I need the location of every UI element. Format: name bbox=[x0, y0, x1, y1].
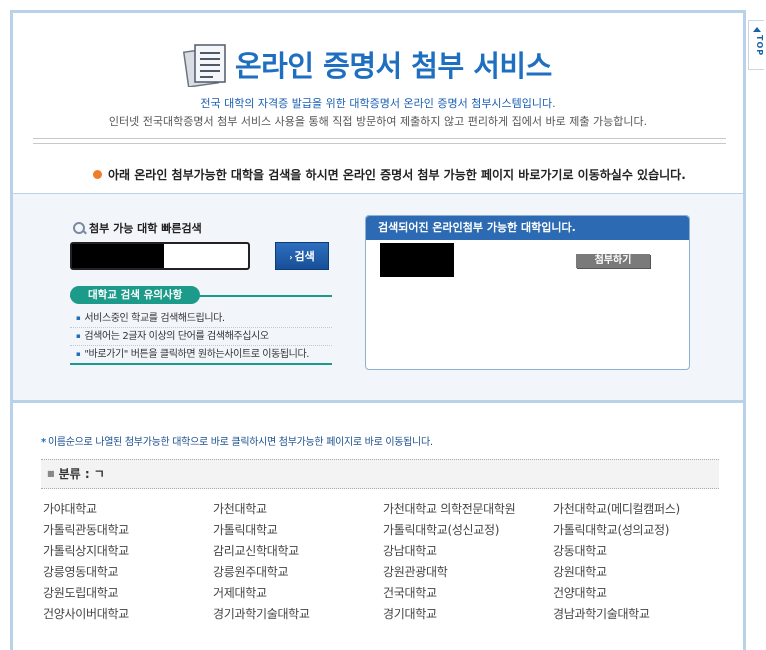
search-button[interactable]: › 검색 bbox=[275, 242, 329, 270]
university-link[interactable]: 건양사이버대학교 bbox=[43, 604, 213, 625]
caution-list: 서비스중인 학교를 검색해드립니다. 검색어는 2글자 이상의 단어를 검색해주… bbox=[70, 310, 332, 365]
search-panel: 첨부 가능 대학 빠른검색 ›검색 대학교 검색 유의사항 서비스중인 학교를 … bbox=[13, 193, 743, 403]
search-icon bbox=[73, 222, 87, 235]
search-results-header: 검색되어진 온라인첨부 가능한 대학입니다. bbox=[366, 216, 689, 240]
page-subtitle: 전국 대학의 자격증 발급을 위한 대학증명서 온라인 증명서 첨부시스템입니다… bbox=[200, 97, 556, 110]
university-link[interactable]: 거제대학교 bbox=[213, 583, 383, 604]
redacted-result-name bbox=[380, 243, 454, 277]
document-icon bbox=[183, 44, 226, 87]
university-link[interactable]: 가천대학교 bbox=[213, 499, 383, 520]
university-link[interactable]: 강원관광대학 bbox=[383, 562, 553, 583]
university-link[interactable]: 강남대학교 bbox=[383, 541, 553, 562]
university-grid: 가야대학교 가천대학교 가천대학교 의학전문대학원 가천대학교(메디컬캠퍼스) 가톨릭관… bbox=[43, 499, 743, 625]
asterisk-icon: * bbox=[41, 437, 46, 448]
university-link[interactable]: 경기대학교 bbox=[383, 604, 553, 625]
category-label: 분류 : ㄱ bbox=[58, 467, 105, 481]
university-link[interactable]: 가톨릭대학교(성의교정) bbox=[553, 520, 723, 541]
university-link[interactable]: 가톨릭관동대학교 bbox=[43, 520, 213, 541]
header: 온라인 증명서 첨부 서비스 전국 대학의 자격증 발급을 위한 대학증명서 온… bbox=[13, 13, 743, 193]
quick-search-label: 첨부 가능 대학 빠른검색 bbox=[73, 220, 202, 236]
university-link[interactable]: 강원도립대학교 bbox=[43, 583, 213, 604]
university-link[interactable]: 감리교신학대학교 bbox=[213, 541, 383, 562]
page-title: 온라인 증명서 첨부 서비스 bbox=[235, 49, 552, 83]
university-link[interactable]: 가천대학교(메디컬캠퍼스) bbox=[553, 499, 723, 520]
list-notice: * 이름순으로 나열된 첨부가능한 대학으로 바로 클릭하시면 첨부가능한 페이지… bbox=[41, 433, 433, 448]
search-results-box: 검색되어진 온라인첨부 가능한 대학입니다. 첨부하기 bbox=[365, 215, 690, 370]
list-notice-text: 이름순으로 나열된 첨부가능한 대학으로 바로 클릭하시면 첨부가능한 페이지로… bbox=[47, 437, 433, 448]
search-button-label: 검색 bbox=[294, 250, 315, 263]
search-notice-text: 아래 온라인 첨부가능한 대학을 검색을 하시면 온라인 증명서 첨부 가능한 … bbox=[108, 168, 686, 182]
university-link[interactable]: 가톨릭대학교 bbox=[213, 520, 383, 541]
university-link[interactable]: 강동대학교 bbox=[553, 541, 723, 562]
university-list-section: * 이름순으로 나열된 첨부가능한 대학으로 바로 클릭하시면 첨부가능한 페이지… bbox=[13, 403, 743, 633]
redacted-input-text bbox=[72, 244, 164, 268]
university-link[interactable]: 가톨릭대학교(성신교정) bbox=[383, 520, 553, 541]
university-link[interactable]: 경기과학기술대학교 bbox=[213, 604, 383, 625]
header-divider bbox=[33, 138, 726, 144]
title-row: 온라인 증명서 첨부 서비스 bbox=[183, 41, 603, 93]
bullet-icon: ■ bbox=[47, 469, 55, 478]
bullet-dot-icon bbox=[93, 170, 102, 179]
attach-button[interactable]: 첨부하기 bbox=[576, 254, 650, 268]
caution-item: "바로가기" 버튼을 클릭하면 원하는사이트로 이동됩니다. bbox=[70, 346, 332, 363]
university-link[interactable]: 가천대학교 의학전문대학원 bbox=[383, 499, 553, 520]
arrow-up-icon bbox=[753, 27, 761, 32]
university-link[interactable]: 강릉영동대학교 bbox=[43, 562, 213, 583]
search-notice: 아래 온라인 첨부가능한 대학을 검색을 하시면 온라인 증명서 첨부 가능한 … bbox=[93, 166, 686, 183]
university-link[interactable]: 가톨릭상지대학교 bbox=[43, 541, 213, 562]
quick-search-label-text: 첨부 가능 대학 빠른검색 bbox=[89, 222, 202, 235]
university-link[interactable]: 건양대학교 bbox=[553, 583, 723, 604]
caution-item: 검색어는 2글자 이상의 단어를 검색해주십시오 bbox=[70, 328, 332, 346]
top-button[interactable]: TOP bbox=[748, 20, 764, 70]
caution-item: 서비스중인 학교를 검색해드립니다. bbox=[70, 310, 332, 328]
university-link[interactable]: 건국대학교 bbox=[383, 583, 553, 604]
category-bar: ■ 분류 : ㄱ bbox=[41, 459, 719, 489]
chevron-right-icon: › bbox=[289, 253, 293, 262]
university-link[interactable]: 경남과학기술대학교 bbox=[553, 604, 723, 625]
university-link[interactable]: 강원대학교 bbox=[553, 562, 723, 583]
university-link[interactable]: 강릉원주대학교 bbox=[213, 562, 383, 583]
page-description: 인터넷 전국대학증명서 첨부 서비스 사용을 통해 직접 방문하여 제출하지 않… bbox=[108, 115, 648, 128]
top-button-label: TOP bbox=[755, 35, 764, 57]
caution-title: 대학교 검색 유의사항 bbox=[70, 286, 201, 304]
university-link[interactable]: 가야대학교 bbox=[43, 499, 213, 520]
